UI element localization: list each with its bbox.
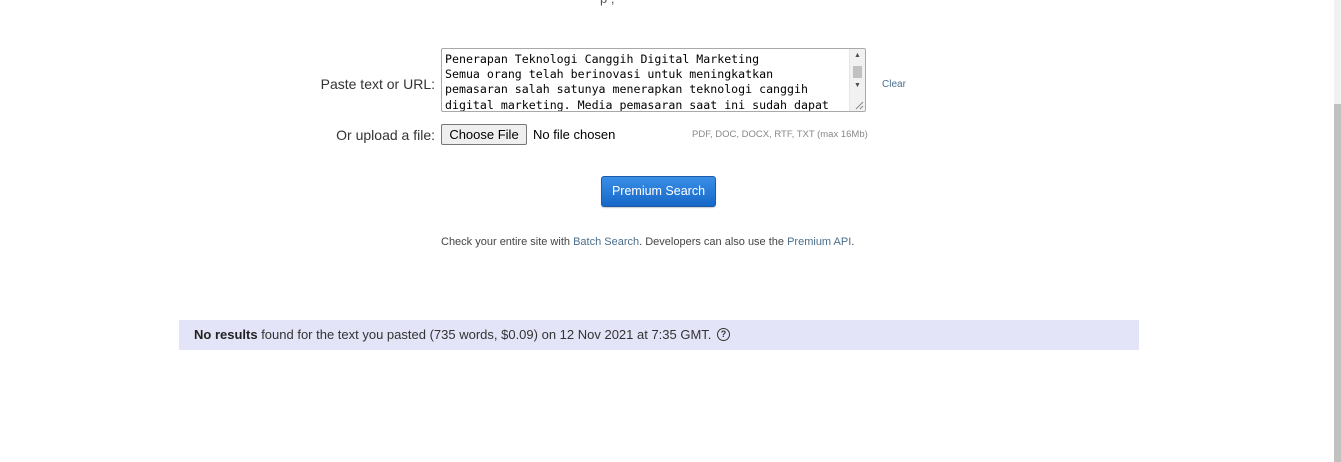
paste-line: Semua orang telah berinovasi untuk menin…	[445, 67, 774, 82]
file-status: No file chosen	[533, 127, 616, 142]
info-suffix: .	[851, 236, 855, 248]
premium-search-button[interactable]: Premium Search	[601, 176, 716, 207]
file-types-hint: PDF, DOC, DOCX, RTF, TXT (max 16Mb)	[692, 129, 868, 140]
upload-file-label: Or upload a file:	[336, 127, 435, 143]
paste-line: Penerapan Teknologi Canggih Digital Mark…	[445, 52, 760, 66]
info-middle: . Developers can also use the	[639, 236, 788, 248]
choose-file-button[interactable]: Choose File	[441, 124, 527, 145]
info-line: Check your entire site with Batch Search…	[441, 236, 854, 248]
batch-search-link[interactable]: Batch Search	[573, 236, 639, 248]
paste-text-label: Paste text or URL:	[320, 76, 435, 92]
paste-line: pemasaran salah satunya menerapkan tekno…	[445, 82, 808, 97]
premium-api-link[interactable]: Premium API	[787, 236, 851, 248]
header-cut-text: p ,	[600, 0, 614, 6]
info-prefix: Check your entire site with	[441, 236, 574, 248]
resize-handle-icon[interactable]	[854, 100, 864, 110]
paste-line: digital marketing. Media pemasaran saat …	[445, 97, 829, 112]
scroll-up-icon[interactable]: ▲	[850, 49, 865, 63]
results-text: found for the text you pasted (735 words…	[257, 327, 712, 342]
scroll-down-icon[interactable]: ▼	[850, 79, 865, 93]
page-scrollbar[interactable]	[1334, 0, 1341, 462]
help-icon[interactable]: ?	[717, 328, 731, 342]
clear-link[interactable]: Clear	[882, 79, 906, 90]
page-scroll-thumb[interactable]	[1334, 104, 1341, 462]
paste-text-input[interactable]: Penerapan Teknologi Canggih Digital Mark…	[441, 48, 866, 112]
results-status: No results	[194, 327, 258, 342]
scroll-thumb[interactable]	[853, 66, 862, 78]
results-bar: No results found for the text you pasted…	[179, 320, 1139, 350]
paste-text-content: Penerapan Teknologi Canggih Digital Mark…	[445, 52, 849, 112]
